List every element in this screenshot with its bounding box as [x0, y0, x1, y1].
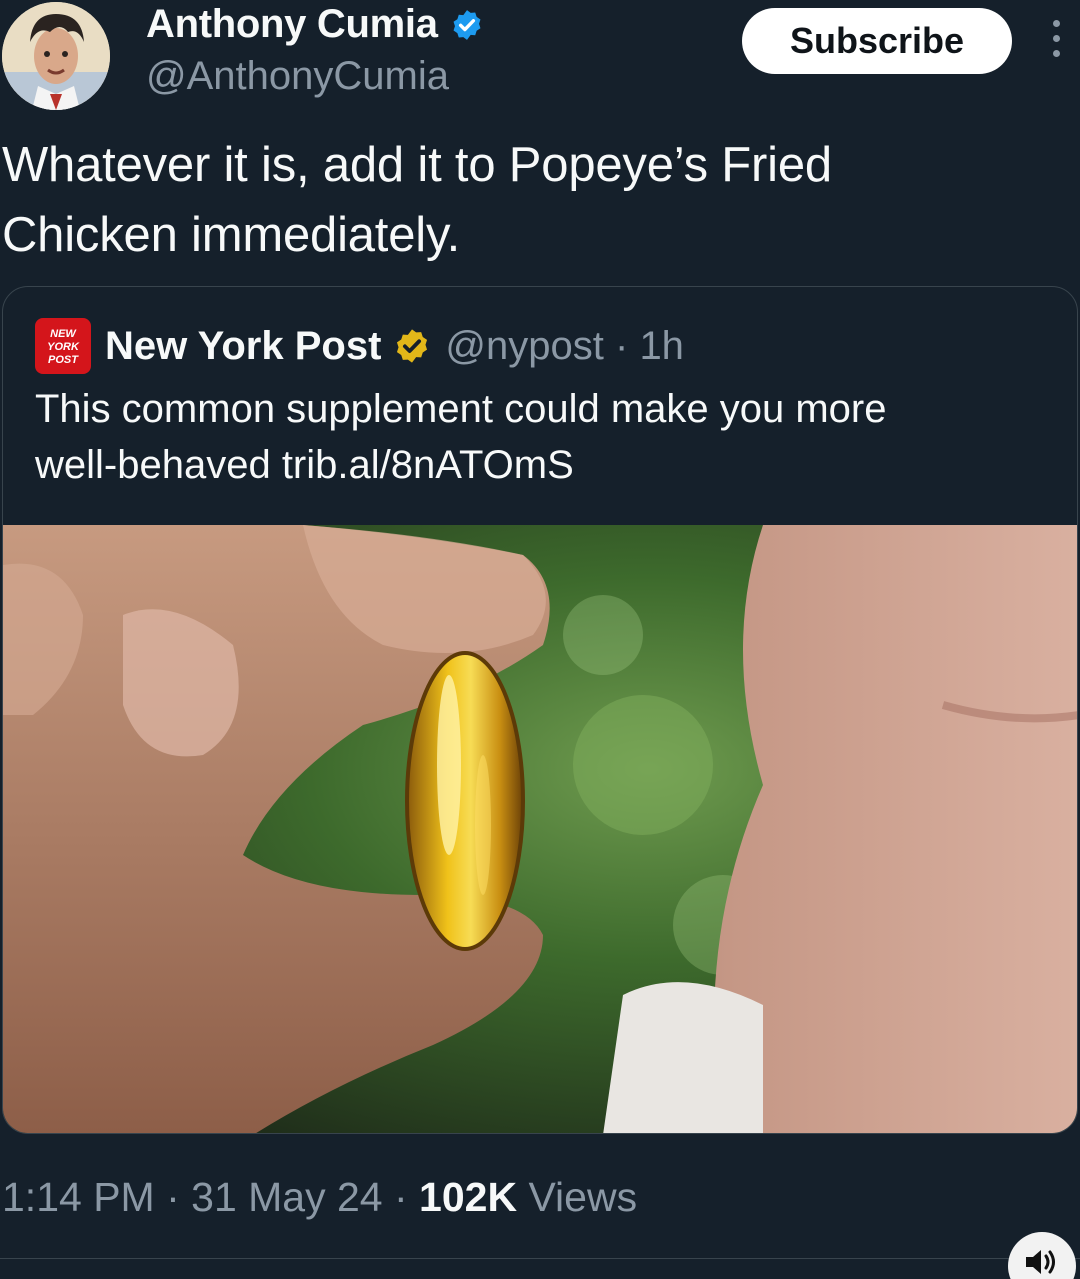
more-vertical-icon[interactable] — [1044, 20, 1068, 64]
quoted-author-name[interactable]: New York Post — [105, 324, 381, 369]
separator-dot: · — [382, 1174, 420, 1220]
author-avatar[interactable] — [2, 2, 110, 110]
nypost-logo: NEW YORK POST — [35, 318, 91, 374]
quoted-author-handle: @nypost · 1h — [445, 324, 684, 369]
caricature-avatar-icon — [2, 2, 110, 110]
quoted-text-line[interactable]: well-behaved trib.al/8nATOmS — [35, 437, 1055, 493]
tweet-time[interactable]: 1:14 PM — [2, 1174, 155, 1221]
divider — [0, 1258, 1080, 1259]
views-count: 102K — [419, 1174, 518, 1220]
author-handle[interactable]: @AnthonyCumia — [146, 54, 449, 99]
speaker-icon — [1026, 1250, 1055, 1274]
tweet-header: Anthony Cumia @AnthonyCumia Subscribe — [0, 0, 1080, 120]
author-display-name[interactable]: Anthony Cumia — [146, 2, 438, 47]
quoted-text-line: This common supplement could make you mo… — [35, 387, 887, 431]
verified-badge-icon — [453, 9, 481, 40]
tweet-meta: 1:14 PM · 31 May 24 · 102K Views — [2, 1174, 637, 1221]
logo-text: YORK — [47, 341, 80, 353]
fish-oil-capsule-photo — [3, 525, 1077, 1133]
logo-text: NEW — [50, 328, 77, 340]
separator-dot: · — [614, 323, 629, 368]
author-name-row: Anthony Cumia — [146, 2, 484, 47]
tweet-text-line: Whatever it is, add it to Popeye’s Fried — [2, 138, 832, 192]
sound-toggle-button[interactable] — [1008, 1232, 1076, 1279]
quoted-text: This common supplement could make you mo… — [35, 381, 1055, 493]
subscribe-button[interactable]: Subscribe — [742, 8, 1012, 74]
quoted-photo[interactable] — [3, 525, 1077, 1133]
quoted-age: 1h — [639, 323, 684, 368]
quoted-handle[interactable]: @nypost — [445, 324, 603, 368]
quoted-tweet[interactable]: NEW YORK POST New York Post @nypost · 1h… — [2, 286, 1078, 1134]
tweet-date[interactable]: 31 May 24 — [191, 1174, 382, 1221]
separator-dot: · — [154, 1174, 192, 1220]
tweet-text: Whatever it is, add it to Popeye’s Fried… — [2, 130, 1062, 270]
tweet-text-line: Chicken immediately. — [2, 208, 461, 262]
quoted-tweet-header: NEW YORK POST New York Post @nypost · 1h — [35, 317, 684, 375]
logo-text: POST — [48, 354, 79, 366]
views-label: Views — [517, 1174, 638, 1220]
gold-verified-badge-icon — [397, 329, 428, 363]
nypost-logo-mark: NEW YORK POST — [47, 328, 80, 366]
